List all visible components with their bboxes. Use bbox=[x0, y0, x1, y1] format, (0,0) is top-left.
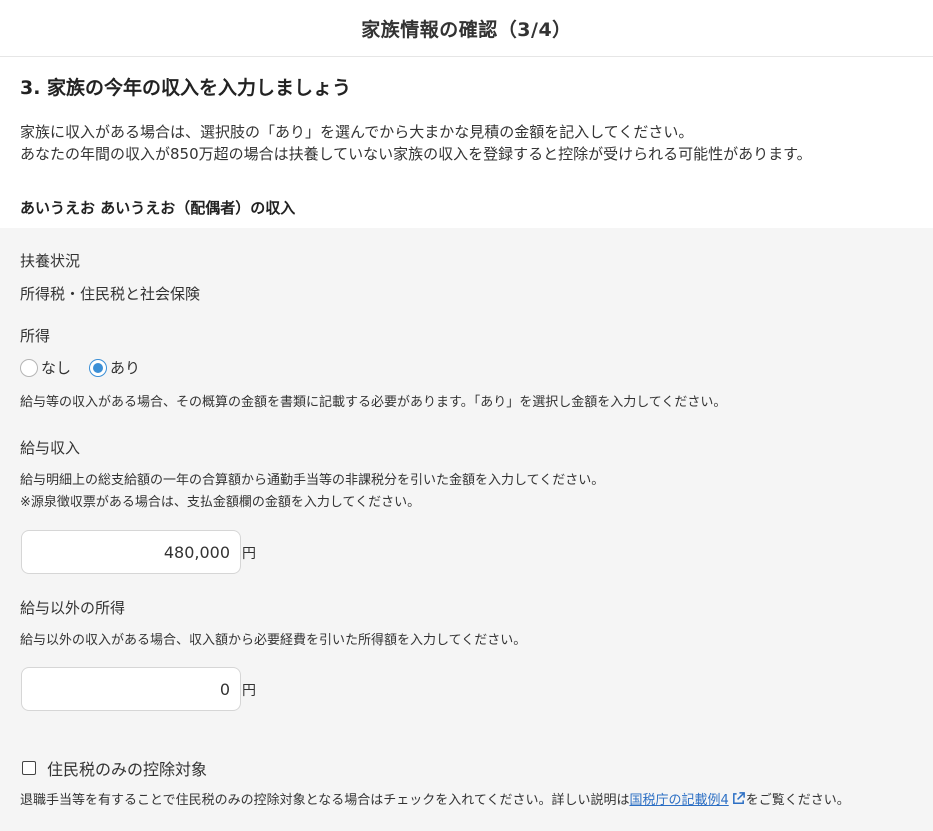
nta-example-link[interactable]: 国税庁の記載例4 bbox=[629, 793, 728, 808]
income-option-yes[interactable]: あり bbox=[89, 357, 140, 378]
section-title: 3. 家族の今年の収入を入力しましょう bbox=[20, 77, 352, 99]
page-header: 家族情報の確認（3/4） bbox=[0, 0, 933, 57]
intro-line-1: 家族に収入がある場合は、選択肢の「あり」を選んでから大まかな見積の金額を記入して… bbox=[20, 123, 694, 141]
salary-note-line-1: 給与明細上の総支給額の一年の合算額から通勤手当等の非課税分を引いた金額を入力して… bbox=[20, 473, 605, 488]
salary-input[interactable]: 480,000 bbox=[21, 530, 241, 574]
salary-note: 給与明細上の総支給額の一年の合算額から通勤手当等の非課税分を引いた金額を入力して… bbox=[20, 470, 604, 514]
page-title: 家族情報の確認（3/4） bbox=[361, 18, 572, 41]
dependency-value: 所得税・住民税と社会保険 bbox=[20, 285, 201, 303]
income-option-yes-label: あり bbox=[110, 359, 141, 377]
income-note: 給与等の収入がある場合、その概算の金額を書類に記載する必要があります。「あり」を… bbox=[20, 395, 727, 410]
resident-tax-checkbox[interactable] bbox=[22, 761, 36, 775]
other-income-label: 給与以外の所得 bbox=[20, 599, 126, 617]
section-intro: 家族に収入がある場合は、選択肢の「あり」を選んでから大まかな見積の金額を記入して… bbox=[20, 121, 812, 165]
person-income-title: あいうえお あいうえお（配偶者）の収入 bbox=[20, 199, 296, 217]
intro-line-2: あなたの年間の収入が850万超の場合は扶養していない家族の収入を登録すると控除が… bbox=[20, 145, 812, 163]
income-option-none-label: なし bbox=[41, 359, 72, 377]
resident-tax-note-before: 退職手当等を有することで住民税のみの控除対象となる場合はチェックを入れてください… bbox=[20, 793, 630, 808]
income-radio-group: なし あり bbox=[20, 357, 158, 378]
other-income-note: 給与以外の収入がある場合、収入額から必要経費を引いた所得額を入力してください。 bbox=[20, 633, 527, 648]
resident-tax-checkbox-row[interactable]: 住民税のみの控除対象 bbox=[22, 756, 207, 780]
other-income-input[interactable]: 0 bbox=[21, 667, 241, 711]
income-label: 所得 bbox=[20, 327, 51, 345]
resident-tax-note: 退職手当等を有することで住民税のみの控除対象となる場合はチェックを入れてください… bbox=[20, 790, 850, 812]
salary-note-line-2: ※源泉徴収票がある場合は、支払金額欄の金額を入力してください。 bbox=[20, 495, 421, 510]
radio-yes-icon[interactable] bbox=[89, 358, 108, 377]
resident-tax-label: 住民税のみの控除対象 bbox=[47, 760, 208, 779]
dependency-label: 扶養状況 bbox=[20, 252, 81, 270]
external-link-icon[interactable] bbox=[731, 791, 746, 806]
other-income-unit: 円 bbox=[242, 683, 256, 699]
salary-unit: 円 bbox=[242, 546, 256, 562]
income-option-none[interactable]: なし bbox=[20, 357, 71, 378]
radio-selected-dot bbox=[93, 362, 104, 373]
radio-none-icon[interactable] bbox=[20, 358, 38, 377]
salary-label: 給与収入 bbox=[20, 439, 81, 457]
resident-tax-note-after: をご覧ください。 bbox=[745, 793, 850, 808]
